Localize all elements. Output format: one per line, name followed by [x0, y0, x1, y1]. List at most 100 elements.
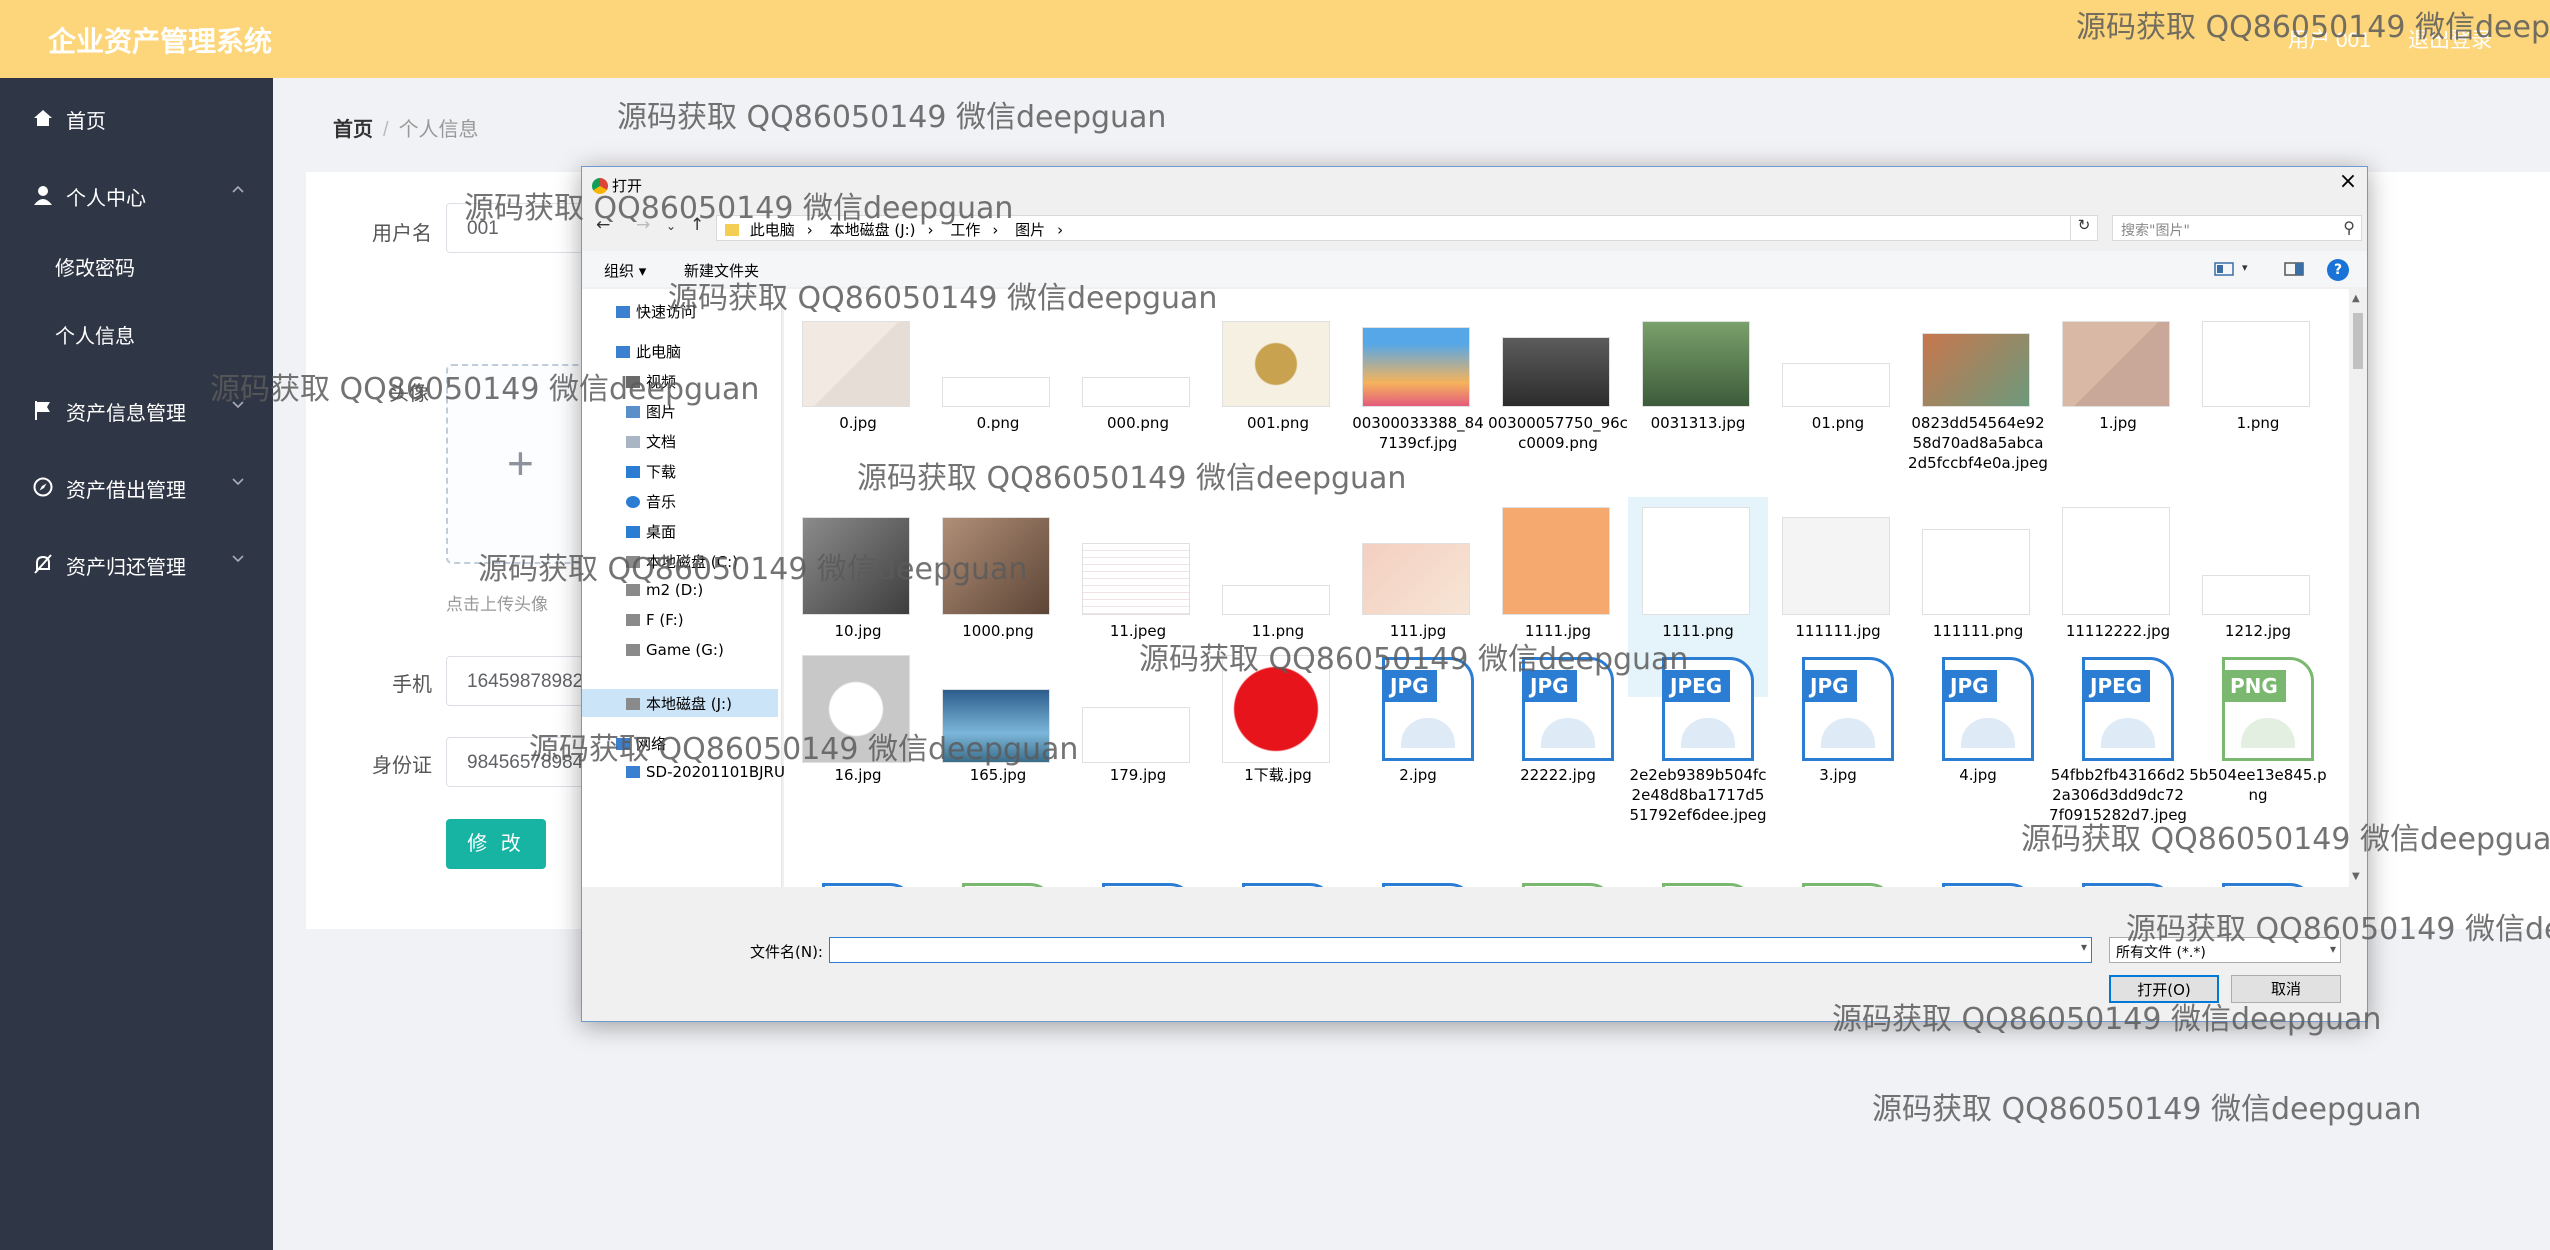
nav-network-computer[interactable]: SD-20201101BJRU: [626, 763, 785, 781]
file-item[interactable]: 179.jpg: [1068, 645, 1208, 845]
vertical-scrollbar[interactable]: ▲ ▼: [2349, 289, 2367, 887]
image-thumbnail: [802, 517, 910, 615]
file-item[interactable]: 0.png: [928, 289, 1068, 489]
file-type-icon: JPEG: [2222, 883, 2314, 887]
nav-drive-g[interactable]: Game (G:): [626, 641, 724, 659]
nav-network[interactable]: 网络: [616, 733, 666, 754]
nav-drive-d[interactable]: m2 (D:): [626, 581, 703, 599]
file-item[interactable]: JPEG: [1208, 853, 1348, 887]
file-item[interactable]: PNG: [1628, 853, 1768, 887]
modify-button[interactable]: 修 改: [446, 819, 546, 869]
file-item[interactable]: JPG 4.jpg: [1908, 645, 2048, 845]
file-item[interactable]: JPEG: [788, 853, 928, 887]
document-icon: [626, 436, 640, 448]
dialog-title-text: 打开: [612, 177, 643, 195]
file-type-icon: JPG: [1382, 657, 1474, 761]
sidebar-item-home[interactable]: 首页: [0, 88, 273, 148]
sidebar-item-asset-info[interactable]: 资产信息管理: [0, 380, 273, 440]
file-item[interactable]: 0.jpg: [788, 289, 928, 489]
path-segment[interactable]: 工作: [950, 221, 980, 239]
file-item[interactable]: JPEG 2e2eb9389b504fc2e48d8ba1717d551792ef…: [1628, 645, 1768, 845]
file-item[interactable]: JPG: [2048, 853, 2188, 887]
drive-icon: [626, 556, 640, 568]
file-item[interactable]: JPEG: [1908, 853, 2048, 887]
sidebar-item-personal-center[interactable]: 个人中心: [0, 165, 273, 225]
file-item[interactable]: 1下载.jpg: [1208, 645, 1348, 845]
scroll-down-icon[interactable]: ▼: [2352, 871, 2360, 882]
cancel-button[interactable]: 取消: [2231, 975, 2341, 1003]
file-item[interactable]: 165.jpg: [928, 645, 1068, 845]
file-item[interactable]: JPG 3.jpg: [1768, 645, 1908, 845]
file-item[interactable]: 000.png: [1068, 289, 1208, 489]
chevron-down-icon[interactable]: ▾: [2081, 940, 2087, 954]
breadcrumb-home[interactable]: 首页: [333, 119, 373, 141]
id-card-field[interactable]: 98456578984: [446, 737, 586, 787]
scrollbar-thumb[interactable]: [2353, 313, 2363, 369]
file-type-select[interactable]: 所有文件 (*.*) ▾: [2109, 937, 2341, 963]
up-arrow-icon[interactable]: ↑: [690, 215, 704, 235]
sidebar-item-personal-info[interactable]: 个人信息: [0, 304, 273, 360]
image-thumbnail: [1222, 321, 1330, 407]
file-name: 22222.jpg: [1520, 766, 1596, 784]
logout-link[interactable]: 退出登录: [2408, 24, 2492, 54]
nav-quick-access[interactable]: 快速访问: [616, 301, 696, 322]
file-item[interactable]: 01.png: [1768, 289, 1908, 489]
file-item[interactable]: 1.png: [2188, 289, 2328, 489]
path-segment[interactable]: 本地磁盘 (J:): [830, 221, 916, 239]
file-extension-label: JPEG: [1662, 670, 1731, 702]
dialog-close-button[interactable]: ×: [2332, 169, 2364, 197]
file-item[interactable]: JPEG 54fbb2fb43166d22a306d3dd9dc727f09152…: [2048, 645, 2188, 845]
image-thumbnail: [1502, 507, 1610, 615]
address-bar[interactable]: 此电脑 › 本地磁盘 (J:) › 工作 › 图片 ›: [716, 215, 2094, 241]
view-options-icon[interactable]: [2214, 261, 2234, 277]
file-item[interactable]: PNG: [1488, 853, 1628, 887]
file-item[interactable]: 16.jpg: [788, 645, 928, 845]
recent-dropdown-icon[interactable]: ⌄: [666, 219, 676, 233]
search-input[interactable]: 搜索"图片" ⚲: [2112, 215, 2362, 241]
nav-drive-f[interactable]: F (F:): [626, 611, 684, 629]
view-dropdown-icon[interactable]: ▾: [2242, 261, 2248, 274]
file-type-icon: PNG: [2222, 657, 2314, 761]
file-item[interactable]: PNG 5b504ee13e845.png: [2188, 645, 2328, 845]
nav-videos[interactable]: 视频: [626, 371, 676, 392]
back-arrow-icon[interactable]: ←: [596, 215, 610, 235]
phone-field[interactable]: 16459878982: [446, 656, 586, 706]
open-button[interactable]: 打开(O): [2109, 975, 2219, 1003]
file-item[interactable]: JPEG: [1068, 853, 1208, 887]
file-item[interactable]: JPEG: [2188, 853, 2328, 887]
refresh-icon[interactable]: ↻: [2070, 215, 2098, 241]
nav-desktop[interactable]: 桌面: [626, 521, 676, 542]
file-name: 165.jpg: [969, 766, 1027, 784]
sidebar-item-asset-return[interactable]: 资产归还管理: [0, 534, 273, 594]
nav-documents[interactable]: 文档: [626, 431, 676, 452]
organize-menu[interactable]: 组织 ▾: [604, 260, 646, 281]
sidebar-item-asset-lending[interactable]: 资产借出管理: [0, 457, 273, 517]
nav-pictures[interactable]: 图片: [626, 401, 676, 422]
nav-music[interactable]: 音乐: [626, 491, 676, 512]
file-item[interactable]: 0823dd54564e9258d70ad8a5abca2d5fccbf4e0a…: [1908, 289, 2048, 489]
nav-downloads[interactable]: 下载: [626, 461, 676, 482]
file-item[interactable]: JPG 2.jpg: [1348, 645, 1488, 845]
file-item[interactable]: JPG: [1348, 853, 1488, 887]
file-item[interactable]: 00300057750_96cc0009.png: [1488, 289, 1628, 489]
file-item[interactable]: 00300033388_847139cf.jpg: [1348, 289, 1488, 489]
file-item[interactable]: JPG 22222.jpg: [1488, 645, 1628, 845]
scroll-up-icon[interactable]: ▲: [2352, 293, 2360, 304]
preview-pane-icon[interactable]: [2284, 261, 2304, 277]
nav-drive-j[interactable]: 本地磁盘 (J:): [626, 693, 732, 714]
path-segment[interactable]: 此电脑: [750, 221, 795, 239]
file-item[interactable]: 1.jpg: [2048, 289, 2188, 489]
filename-input[interactable]: ▾: [829, 937, 2092, 963]
username-field[interactable]: 001: [446, 203, 586, 253]
help-icon[interactable]: ?: [2327, 259, 2349, 281]
sidebar-item-change-password[interactable]: 修改密码: [0, 236, 273, 292]
forward-arrow-icon[interactable]: →: [636, 215, 650, 235]
file-item[interactable]: 0031313.jpg: [1628, 289, 1768, 489]
nav-drive-c[interactable]: 本地磁盘 (C:): [626, 551, 738, 572]
file-item[interactable]: PNG: [928, 853, 1068, 887]
file-item[interactable]: PNG: [1768, 853, 1908, 887]
file-item[interactable]: 001.png: [1208, 289, 1348, 489]
new-folder-button[interactable]: 新建文件夹: [684, 260, 759, 281]
path-segment[interactable]: 图片: [1015, 221, 1045, 239]
nav-this-pc[interactable]: 此电脑: [616, 341, 681, 362]
